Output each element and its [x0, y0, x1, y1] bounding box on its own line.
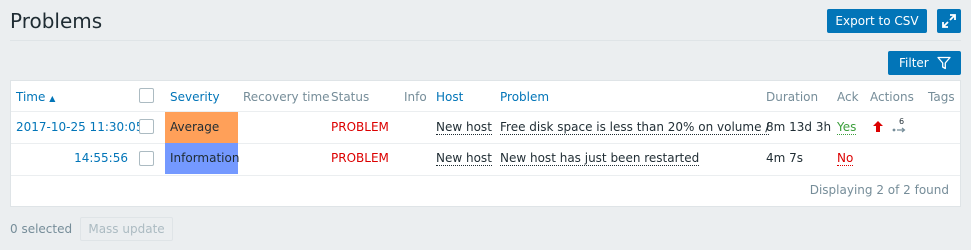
col-severity-header[interactable]: Severity — [170, 90, 220, 104]
status-text: PROBLEM — [331, 120, 389, 134]
col-info-header: Info — [404, 90, 427, 104]
problem-link[interactable]: Free disk space is less than 20% on volu… — [500, 120, 770, 135]
col-ack-header: Ack — [837, 90, 859, 104]
selected-count: 0 selected — [10, 222, 73, 236]
severity-badge: Average — [165, 112, 238, 143]
fullscreen-button[interactable] — [937, 9, 961, 33]
col-problem-header[interactable]: Problem — [500, 90, 549, 104]
status-text: PROBLEM — [331, 151, 389, 165]
header-divider-line — [11, 111, 960, 112]
export-csv-button[interactable]: Export to CSV — [827, 9, 927, 33]
col-recovery-header: Recovery time — [243, 90, 330, 104]
problems-table: Time ▲ Severity Recovery time Status Inf… — [10, 80, 961, 207]
row-divider — [11, 175, 960, 176]
time-link[interactable]: 14:55:56 — [74, 151, 128, 165]
severity-badge: Information — [165, 143, 239, 174]
paging-summary: Displaying 2 of 2 found — [809, 183, 949, 197]
ack-link[interactable]: Yes — [837, 120, 857, 135]
select-all-checkbox[interactable] — [139, 88, 154, 103]
filter-label: Filter — [899, 56, 929, 70]
mass-update-button[interactable]: Mass update — [80, 217, 173, 241]
col-actions-header: Actions — [870, 90, 914, 104]
col-status-header: Status — [331, 90, 370, 104]
duration-text: 8m 13d 3h — [766, 120, 832, 134]
host-link[interactable]: New host — [436, 151, 492, 166]
duration-text: 4m 7s — [766, 151, 804, 165]
row-checkbox[interactable] — [139, 151, 154, 166]
col-host-header[interactable]: Host — [436, 90, 463, 104]
sort-asc-icon: ▲ — [49, 94, 56, 103]
time-link[interactable]: 2017-10-25 11:30:05 — [16, 120, 143, 134]
ack-link[interactable]: No — [837, 151, 854, 166]
arrow-up-icon[interactable] — [873, 121, 883, 132]
col-tags-header: Tags — [928, 90, 955, 104]
actions-count: 6 — [899, 117, 905, 126]
col-duration-header: Duration — [766, 90, 819, 104]
row-divider — [11, 143, 960, 144]
fullscreen-icon — [942, 14, 956, 28]
filter-icon — [937, 56, 951, 70]
host-link[interactable]: New host — [436, 120, 492, 135]
problem-link[interactable]: New host has just been restarted — [500, 151, 700, 166]
filter-toggle-button[interactable]: Filter — [888, 51, 961, 75]
row-checkbox[interactable] — [139, 119, 154, 134]
header-divider — [10, 40, 961, 41]
col-time-header[interactable]: Time ▲ — [16, 90, 55, 104]
page-title: Problems — [10, 9, 103, 33]
